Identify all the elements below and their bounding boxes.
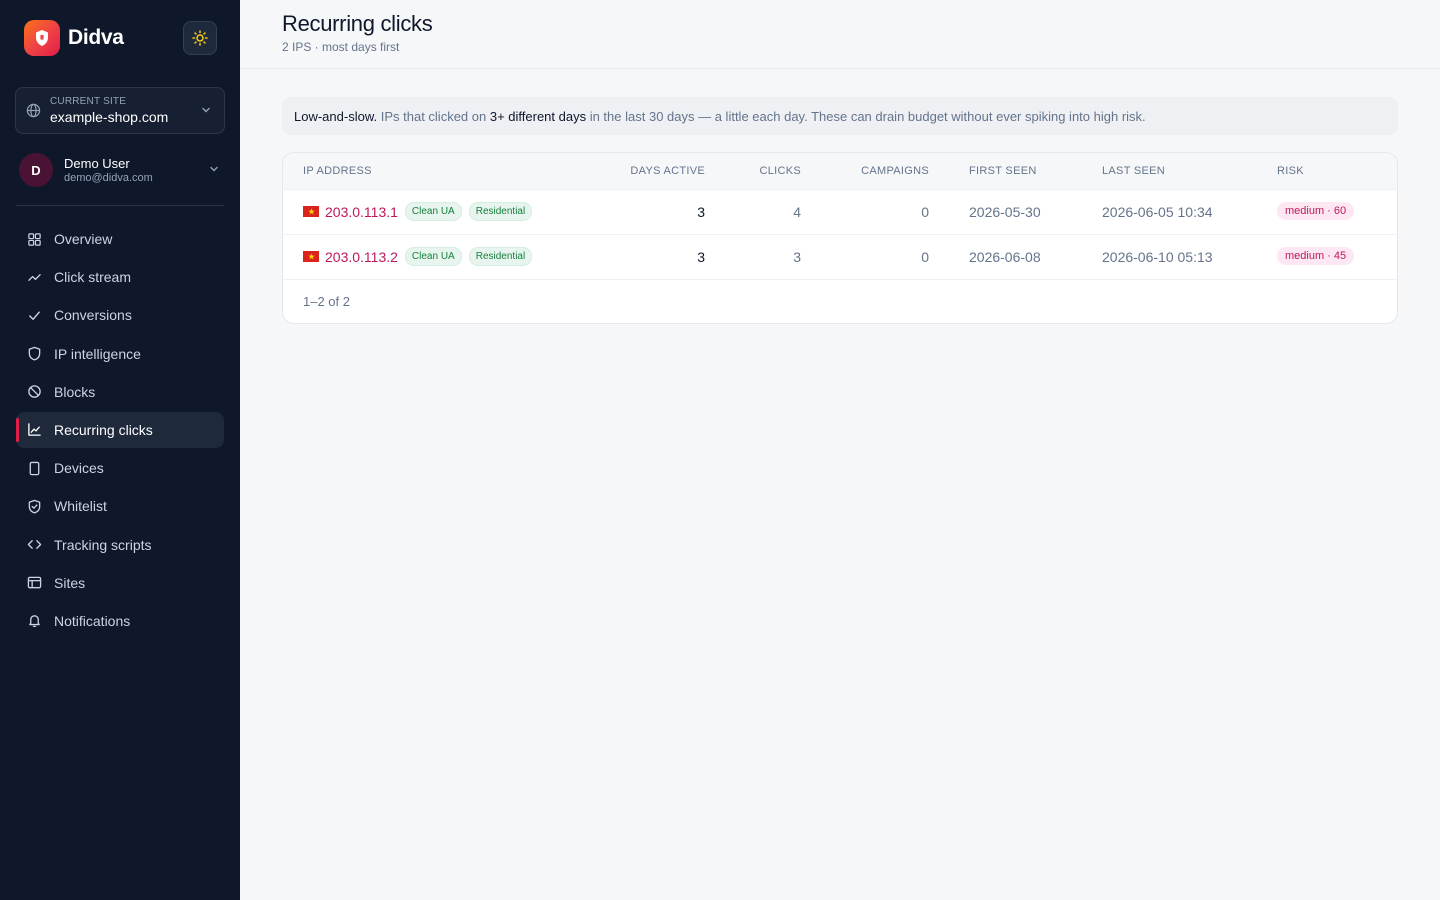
- chart-icon: [26, 422, 42, 438]
- user-menu[interactable]: D Demo User demo@didva.com: [19, 151, 225, 189]
- sidebar-item-label: Conversions: [54, 307, 132, 324]
- col-clicks[interactable]: CLICKS: [759, 165, 801, 177]
- phone-icon: [26, 460, 42, 476]
- chevron-down-icon: [210, 166, 218, 172]
- sidebar-item-label: Overview: [54, 231, 113, 247]
- info-text-1: IPs that clicked on: [377, 108, 490, 124]
- sidebar-item-notifications[interactable]: Notifications: [16, 603, 224, 639]
- days-active-value: 3: [697, 204, 705, 220]
- page-title: Recurring clicks: [282, 11, 433, 36]
- avatar: D: [19, 153, 53, 187]
- days-active-value: 3: [697, 249, 705, 265]
- residential-badge: Residential: [468, 247, 533, 266]
- theme-toggle-button[interactable]: [183, 21, 217, 55]
- sidebar-item-label: Click stream: [54, 269, 132, 286]
- sidebar-item-sites[interactable]: Sites: [16, 565, 224, 601]
- globe-icon: [26, 103, 41, 118]
- user-email: demo@didva.com: [64, 172, 153, 184]
- site-selector[interactable]: CURRENT SITE example-shop.com: [15, 87, 225, 134]
- sidebar-item-devices[interactable]: Devices: [16, 450, 224, 486]
- ip-link[interactable]: 203.0.113.1: [325, 204, 398, 220]
- ip-cell: 203.0.113.2 Clean UA Residential: [303, 247, 533, 266]
- brand-name: Didva: [68, 26, 124, 49]
- sidebar-item-label: Devices: [54, 460, 104, 477]
- clicks-value: 3: [793, 249, 801, 265]
- code-icon: [26, 537, 42, 553]
- sidebar-item-ip-intelligence[interactable]: IP intelligence: [16, 336, 224, 372]
- first-seen-value: 2026-05-30: [969, 204, 1041, 220]
- col-last-seen[interactable]: LAST SEEN: [1102, 165, 1165, 177]
- layout-icon: [26, 575, 42, 591]
- sidebar-divider: [16, 205, 224, 206]
- shield-icon: [26, 346, 42, 362]
- page-subtitle: 2 IPS · most days first: [282, 40, 400, 54]
- grid-icon: [26, 231, 42, 247]
- page-header: Recurring clicks 2 IPS · most days first: [240, 0, 1440, 69]
- risk-badge: medium · 45: [1277, 247, 1355, 265]
- info-emphasis: 3+ different days: [489, 108, 587, 124]
- col-ip-address[interactable]: IP ADDRESS: [303, 165, 372, 177]
- col-campaigns[interactable]: CAMPAIGNS: [861, 165, 929, 177]
- ban-icon: [26, 384, 42, 400]
- last-seen-value: 2026-06-05 10:34: [1102, 204, 1213, 220]
- sidebar-item-label: Notifications: [54, 612, 131, 629]
- pagination-summary: 1–2 of 2: [303, 294, 350, 309]
- chevron-down-icon: [202, 107, 210, 113]
- site-name: example-shop.com: [50, 109, 169, 125]
- sidebar-item-click-stream[interactable]: Click stream: [16, 259, 224, 295]
- info-lead: Low-and-slow.: [294, 108, 378, 124]
- col-risk[interactable]: RISK: [1277, 165, 1304, 177]
- table-header: IP ADDRESS DAYS ACTIVE CLICKS CAMPAIGNS …: [283, 153, 1397, 190]
- user-name: Demo User: [64, 156, 130, 171]
- sidebar-item-recurring-clicks[interactable]: Recurring clicks: [16, 411, 224, 448]
- campaigns-value: 0: [921, 204, 929, 220]
- info-banner: Low-and-slow. IPs that clicked on 3+ dif…: [282, 97, 1398, 135]
- ip-link[interactable]: 203.0.113.2: [325, 249, 398, 265]
- table-row[interactable]: 203.0.113.1 Clean UA Residential 3 4 0 2…: [283, 190, 1397, 235]
- sidebar-item-overview[interactable]: Overview: [16, 221, 224, 257]
- sidebar-item-label: Whitelist: [54, 498, 107, 515]
- vietnam-flag-icon: [303, 251, 319, 262]
- shield-check-icon: [26, 498, 42, 514]
- sidebar-item-label: Blocks: [54, 383, 96, 400]
- sidebar-item-label: Tracking scripts: [54, 536, 152, 553]
- sidebar-item-label: Sites: [54, 574, 86, 591]
- sun-icon: [192, 30, 208, 46]
- sidebar-item-label: IP intelligence: [54, 345, 141, 362]
- sidebar-item-label: Recurring clicks: [54, 421, 153, 438]
- sidebar-item-tracking-scripts[interactable]: Tracking scripts: [16, 527, 224, 563]
- sidebar-nav: Overview Click stream Conversions IP int…: [16, 221, 224, 641]
- info-text-2: in the last 30 days — a little each day.…: [586, 108, 1146, 124]
- vietnam-flag-icon: [303, 206, 319, 217]
- sidebar-item-whitelist[interactable]: Whitelist: [16, 488, 224, 524]
- campaigns-value: 0: [921, 249, 929, 265]
- first-seen-value: 2026-06-08: [969, 249, 1041, 265]
- residential-badge: Residential: [468, 202, 533, 221]
- recurring-clicks-table: IP ADDRESS DAYS ACTIVE CLICKS CAMPAIGNS …: [282, 152, 1398, 324]
- main-content: Recurring clicks 2 IPS · most days first…: [240, 0, 1440, 900]
- bell-icon: [26, 613, 42, 629]
- site-caption: CURRENT SITE: [50, 96, 127, 107]
- brand[interactable]: Didva: [24, 20, 124, 56]
- table-row[interactable]: 203.0.113.2 Clean UA Residential 3 3 0 2…: [283, 235, 1397, 280]
- sidebar: Didva CURRENT SITE example-shop.com D De…: [0, 0, 240, 900]
- check-icon: [26, 307, 42, 323]
- col-first-seen[interactable]: FIRST SEEN: [969, 165, 1037, 177]
- last-seen-value: 2026-06-10 05:13: [1102, 249, 1213, 265]
- col-days-active[interactable]: DAYS ACTIVE: [630, 165, 705, 177]
- logo-icon: [24, 20, 60, 56]
- risk-badge: medium · 60: [1277, 202, 1355, 220]
- ip-cell: 203.0.113.1 Clean UA Residential: [303, 202, 533, 221]
- sidebar-item-conversions[interactable]: Conversions: [16, 297, 224, 333]
- clean-ua-badge: Clean UA: [404, 202, 462, 221]
- clicks-value: 4: [793, 204, 801, 220]
- sidebar-item-blocks[interactable]: Blocks: [16, 374, 224, 410]
- trend-icon: [26, 269, 42, 285]
- clean-ua-badge: Clean UA: [404, 247, 462, 266]
